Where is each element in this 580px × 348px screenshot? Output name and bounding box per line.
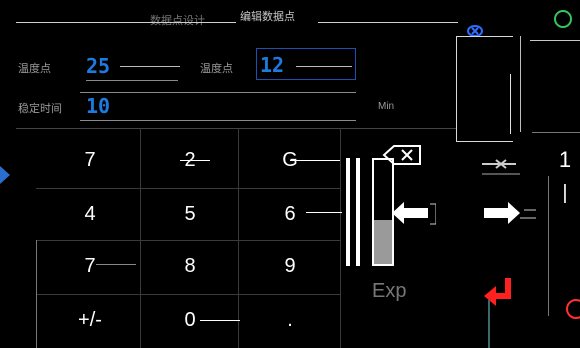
keypad-left-edge xyxy=(36,240,37,348)
time-underline-2 xyxy=(80,120,356,121)
keypad-col-2 xyxy=(238,128,239,348)
time-label: 稳定时间 xyxy=(18,103,62,115)
keypad-top-rule xyxy=(16,128,456,129)
side-rule xyxy=(548,176,549,316)
side-key-1[interactable]: 1 xyxy=(550,142,580,178)
key-8[interactable]: 8 xyxy=(160,246,220,286)
key-7[interactable]: 7 xyxy=(60,246,120,286)
temp1-label: 温度点 xyxy=(18,63,51,75)
key-6[interactable]: 6 xyxy=(260,194,320,234)
circle-icon xyxy=(552,6,574,28)
time-value[interactable]: 10 xyxy=(86,92,110,120)
temp1-underline xyxy=(86,80,178,81)
key-dot[interactable]: . xyxy=(260,300,320,340)
key-4[interactable]: 4 xyxy=(60,194,120,234)
dialog-title: 编辑数据点 xyxy=(240,11,295,23)
keypad-col-3 xyxy=(340,128,341,348)
arrow-right-icon[interactable] xyxy=(480,196,540,230)
dialog-title-fragment: 数据点设计 xyxy=(150,15,205,27)
title-rule-right xyxy=(318,22,458,23)
panel-rule xyxy=(520,36,521,132)
temp1-ghost xyxy=(120,66,180,67)
enter-stem xyxy=(488,300,490,348)
unit-label: Min xyxy=(378,101,395,112)
keypad-col-1 xyxy=(140,128,141,348)
keypad-row-1 xyxy=(36,188,340,189)
key-9[interactable]: 9 xyxy=(260,246,320,286)
right-upper-panel xyxy=(456,36,513,142)
side-key-bar[interactable]: | xyxy=(550,178,580,208)
panel-rule-2 xyxy=(510,74,511,134)
temp2-label: 温度点 xyxy=(200,63,233,75)
time-underline xyxy=(80,92,356,93)
key-0-dash xyxy=(200,320,240,321)
panel-rule-3 xyxy=(530,40,580,41)
key-7-top[interactable]: 7 xyxy=(60,140,120,180)
key-g-strike xyxy=(290,160,340,161)
temp1-value[interactable]: 25 xyxy=(86,52,110,80)
key-2-strike xyxy=(180,160,210,161)
key-7-dash xyxy=(96,264,136,265)
right-top-icon[interactable] xyxy=(476,150,526,178)
title-rule-left xyxy=(16,22,236,23)
side-rule-2 xyxy=(532,132,580,133)
key-6-mark xyxy=(306,212,342,213)
temp2-ghost xyxy=(296,66,352,67)
key-sign[interactable]: +/- xyxy=(56,300,124,340)
exp-key-label[interactable]: Exp xyxy=(372,280,406,303)
keypad-row-2 xyxy=(36,240,340,241)
arrow-left-icon[interactable] xyxy=(388,196,437,230)
left-pointer-icon xyxy=(0,166,10,184)
key-5[interactable]: 5 xyxy=(160,194,220,234)
keypad-row-3 xyxy=(36,294,340,295)
backspace-icon[interactable] xyxy=(380,140,424,170)
temp2-value[interactable]: 12 xyxy=(260,51,284,79)
circle-icon xyxy=(564,298,580,320)
